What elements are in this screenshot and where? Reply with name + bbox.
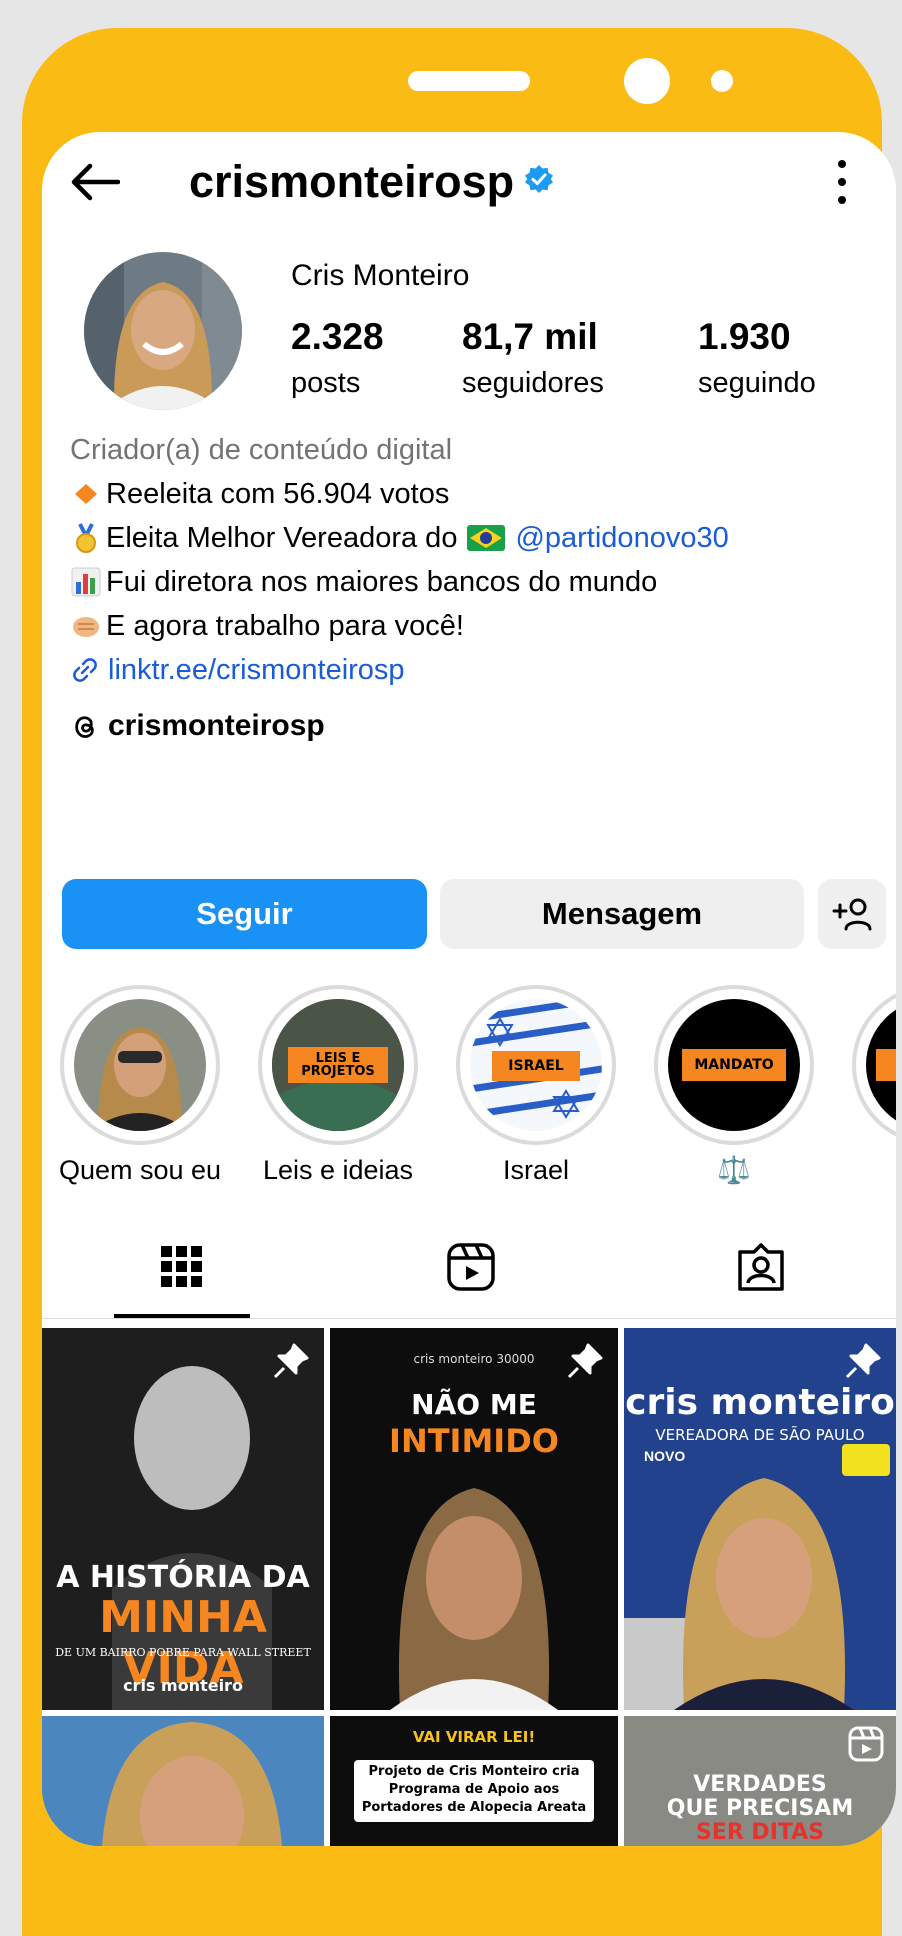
highlight-badge: ISRAEL	[492, 1051, 580, 1081]
highlight-quem-sou-eu[interactable]	[60, 985, 220, 1145]
post-title: QUE PRECISAM	[666, 1796, 854, 1821]
orange-diamond-icon	[75, 484, 97, 504]
threads-icon	[75, 716, 94, 738]
post-party: NOVO	[644, 1448, 686, 1464]
more-vertical-icon[interactable]	[830, 156, 854, 208]
highlight-leis-e-ideias[interactable]: LEIS E PROJETOS	[258, 985, 418, 1145]
post-tile[interactable]: A HISTÓRIA DA MINHA VIDA DE UM BAIRRO PO…	[42, 1328, 324, 1710]
post-banner: VAI VIRAR LEI!	[412, 1728, 536, 1746]
bar-chart-icon	[71, 567, 101, 597]
grid-icon[interactable]	[157, 1242, 207, 1292]
pin-icon	[273, 1343, 309, 1379]
avatar[interactable]	[84, 252, 242, 410]
post-tile[interactable]: cris monteiro VEREADORA DE SÃO PAULO NOV…	[624, 1328, 896, 1710]
highlight-label: Leis e ideias	[262, 1155, 414, 1185]
highlight-israel[interactable]: ISRAEL	[456, 985, 616, 1145]
bio-text: Fui diretora nos maiores bancos do mundo	[106, 566, 658, 598]
fist-bump-icon	[73, 617, 99, 637]
avatar-photo	[84, 252, 242, 410]
bio-line: Eleita Melhor Vereadora do @partidonovo3…	[70, 516, 729, 560]
highlight-label: Israel	[502, 1155, 570, 1185]
phone-speaker	[408, 71, 530, 91]
profile-full-name: Cris Monteiro	[291, 259, 470, 292]
post-text: Portadores de Alopecia Areata	[361, 1800, 587, 1815]
post-title: SER DITAS	[695, 1820, 825, 1845]
post-text: Projeto de Cris Monteiro cria	[368, 1764, 580, 1779]
reel-badge-icon	[848, 1726, 884, 1762]
bio-link-row[interactable]: linktr.ee/crismonteirosp	[70, 648, 729, 692]
highlight-cover-photo	[74, 999, 206, 1131]
threads-handle: crismonteirosp	[108, 709, 325, 742]
bio-line: Fui diretora nos maiores bancos do mundo	[70, 560, 729, 604]
post-tile[interactable]: VERDADES QUE PRECISAM SER DITAS	[624, 1716, 896, 1846]
profile-username: crismonteirosp	[189, 156, 515, 207]
bio-text: Eleita Melhor Vereadora do	[106, 522, 458, 554]
bio-external-link[interactable]: linktr.ee/crismonteirosp	[108, 648, 405, 692]
threads-badge[interactable]: crismonteirosp	[70, 706, 325, 746]
message-button[interactable]: Mensagem	[440, 879, 804, 949]
post-title: cris monteiro	[625, 1382, 895, 1423]
highlight-badge: LEIS E PROJETOS	[288, 1047, 388, 1083]
post-subtitle: DE UM BAIRRO POBRE PARA WALL STREET	[55, 1646, 311, 1659]
bio-mention-link[interactable]: @partidonovo30	[515, 516, 728, 560]
bio-text: Reeleita com 56.904 votos	[106, 478, 450, 510]
post-brand: cris monteiro	[123, 1676, 243, 1695]
bio-text: E agora trabalho para você!	[106, 610, 464, 642]
highlight-badge	[876, 1049, 896, 1081]
post-tile[interactable]: VAI VIRAR LEI! Projeto de Cris Monteiro …	[330, 1716, 618, 1846]
link-icon	[73, 658, 97, 682]
highlight-label: ⚖️	[717, 1155, 751, 1185]
post-title: NÃO ME	[411, 1388, 537, 1421]
post-topline: cris monteiro 30000	[413, 1352, 535, 1366]
post-image	[42, 1716, 324, 1846]
reels-icon[interactable]	[446, 1242, 496, 1292]
suggested-users-button[interactable]	[818, 879, 886, 949]
post-title: A HISTÓRIA DA	[56, 1560, 310, 1595]
following-count-value: 1.930	[698, 316, 791, 357]
followers-count[interactable]: 81,7 mil seguidores	[462, 314, 604, 402]
post-tile[interactable]	[42, 1716, 324, 1846]
highlight-badge: MANDATO	[682, 1049, 786, 1081]
instagram-profile-screen: crismonteirosp Cris Monteiro 2.328 posts…	[42, 132, 896, 1846]
post-subtitle: VEREADORA DE SÃO PAULO	[655, 1426, 865, 1444]
post-image	[330, 1328, 618, 1710]
phone-sensor	[711, 70, 733, 92]
follow-button[interactable]: Seguir	[62, 879, 427, 949]
followers-count-label: seguidores	[462, 367, 604, 399]
post-text: Programa de Apoio aos	[388, 1782, 560, 1797]
tagged-icon[interactable]	[736, 1242, 786, 1292]
profile-category: Criador(a) de conteúdo digital	[70, 434, 453, 466]
posts-count-value: 2.328	[291, 316, 384, 357]
profile-bio: Criador(a) de conteúdo digital Reeleita …	[70, 428, 729, 692]
highlight-mandato[interactable]: MANDATO	[654, 985, 814, 1145]
highlight-label: Quem sou eu	[58, 1155, 222, 1185]
posts-count[interactable]: 2.328 posts	[291, 314, 384, 402]
post-title: INTIMIDO	[389, 1422, 559, 1460]
followers-count-value: 81,7 mil	[462, 316, 598, 357]
medal-icon	[76, 523, 96, 553]
bio-line: E agora trabalho para você!	[70, 604, 729, 648]
tab-divider	[42, 1318, 896, 1319]
arrow-left-icon[interactable]	[68, 162, 120, 202]
highlight-partial[interactable]	[852, 985, 896, 1145]
brazil-flag-icon	[467, 525, 506, 551]
phone-camera	[624, 58, 670, 104]
following-count-label: seguindo	[698, 367, 816, 399]
pin-icon	[845, 1343, 881, 1379]
bio-line: Reeleita com 56.904 votos	[70, 472, 729, 516]
posts-count-label: posts	[291, 367, 361, 399]
following-count[interactable]: 1.930 seguindo	[698, 314, 816, 402]
verified-badge-icon	[525, 165, 553, 193]
post-tile[interactable]: cris monteiro 30000 NÃO ME INTIMIDO	[330, 1328, 618, 1710]
add-person-icon	[832, 898, 872, 931]
post-title: VERDADES	[693, 1772, 827, 1797]
